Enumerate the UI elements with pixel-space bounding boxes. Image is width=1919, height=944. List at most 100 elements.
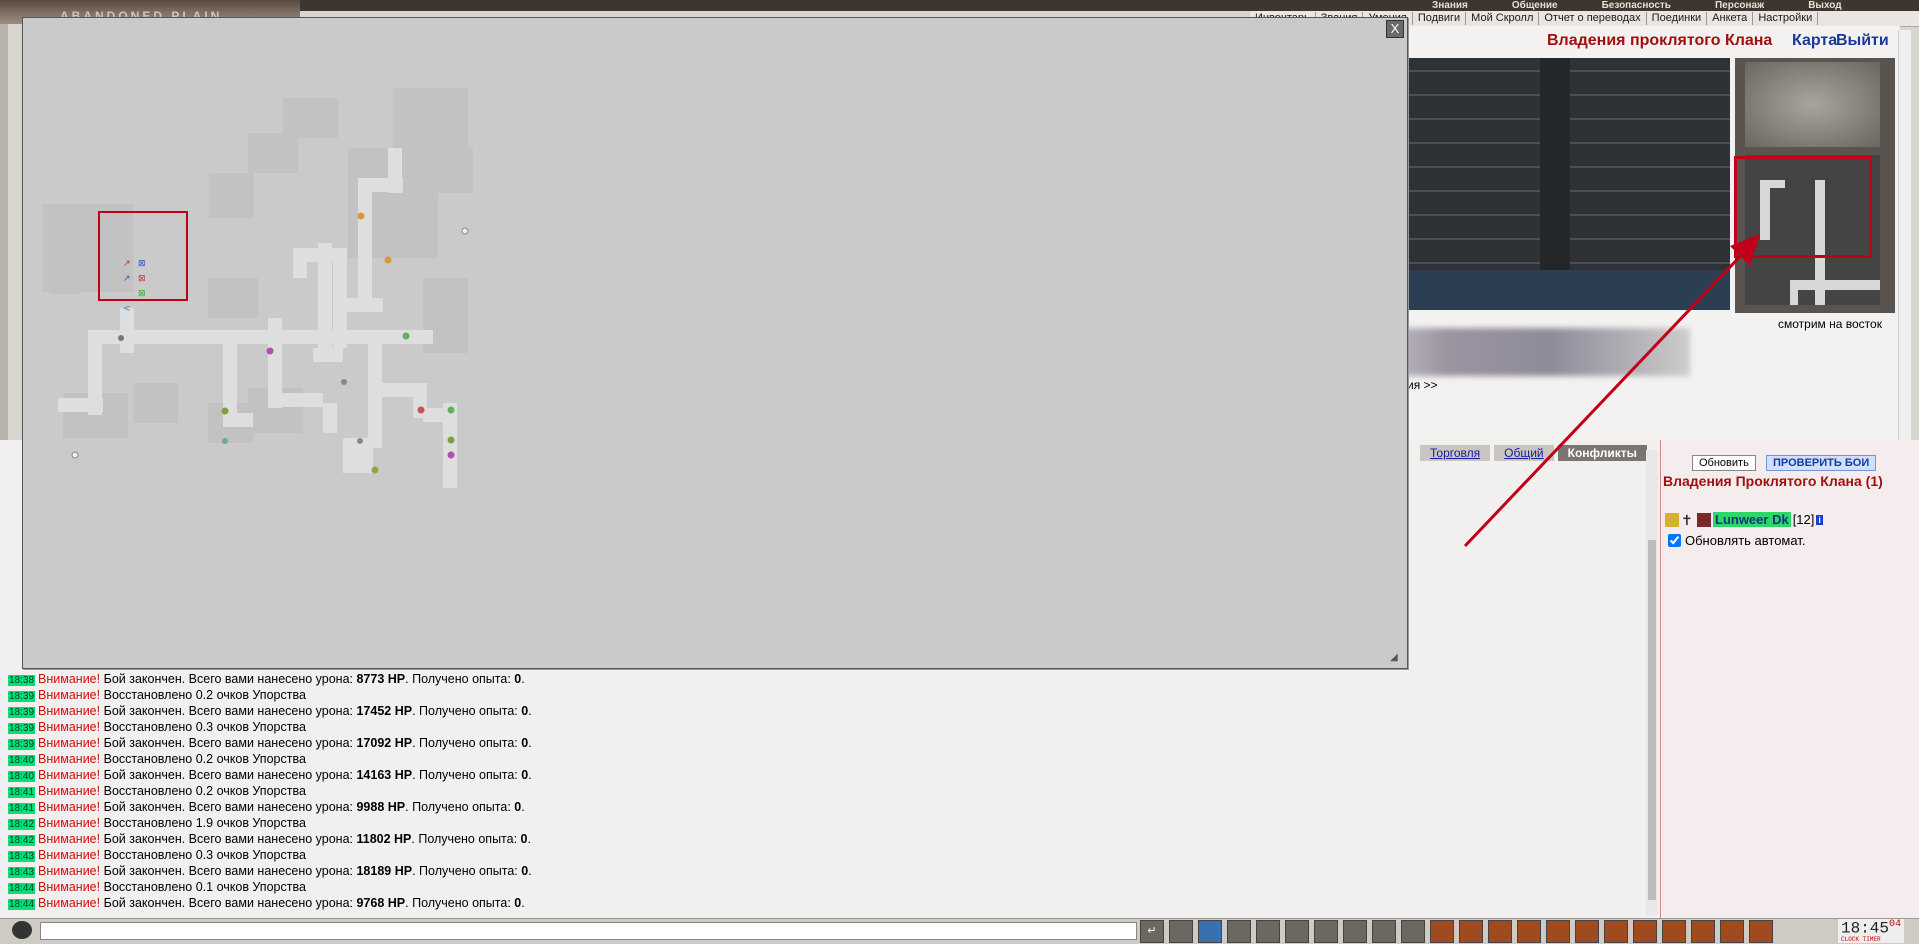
chat-timestamp[interactable]: 18:39 <box>8 691 36 702</box>
shield-icon[interactable] <box>1401 920 1425 943</box>
chat-timestamp[interactable]: 18:41 <box>8 787 36 798</box>
chat-line: 18:42 Внимание! Восстановлено 1.9 очков У… <box>8 815 1408 831</box>
chat-timestamp[interactable]: 18:43 <box>8 867 36 878</box>
map-marker <box>402 332 410 340</box>
smiley-icon[interactable] <box>12 921 32 939</box>
mask-icon[interactable] <box>1604 920 1628 943</box>
chat-log: 18:38 Внимание! Бой закончен. Всего вами … <box>8 671 1408 911</box>
gate-icon[interactable] <box>1662 920 1686 943</box>
submenu-transfers[interactable]: Отчет о переводах <box>1539 12 1647 25</box>
map-marker <box>357 212 365 220</box>
filter-icon[interactable] <box>1198 920 1222 943</box>
exit-icon[interactable] <box>1749 920 1773 943</box>
map-marker <box>371 466 379 474</box>
map-link[interactable]: Карта <box>1792 32 1837 50</box>
dungeon-map: ↗ ⊠ ↗ ⊠ ⊠ < <box>43 88 473 488</box>
chat-warning: Внимание! <box>38 816 101 830</box>
menu-communication[interactable]: Общение <box>1490 0 1580 11</box>
menu-knowledge[interactable]: Знания <box>1410 0 1490 11</box>
save-icon[interactable] <box>1227 920 1251 943</box>
chat-text-mid: . Получено опыта: <box>405 800 515 814</box>
player-info-icon[interactable]: i <box>1816 514 1823 525</box>
chat-timestamp[interactable]: 18:38 <box>8 675 36 686</box>
chat-text: Бой закончен. Всего вами нанесено урона: <box>103 768 357 782</box>
chat-line: 18:41 Внимание! Восстановлено 0.2 очков У… <box>8 783 1408 799</box>
chat-text: Восстановлено 0.2 очков Упорства <box>103 784 306 798</box>
coins-icon[interactable] <box>1517 920 1541 943</box>
chat-timestamp[interactable]: 18:42 <box>8 819 36 830</box>
map-marker <box>357 438 363 444</box>
feather-icon[interactable] <box>1546 920 1570 943</box>
bag-icon[interactable] <box>1430 920 1454 943</box>
chat-timestamp[interactable]: 18:39 <box>8 739 36 750</box>
chat-damage: 8773 HP <box>356 672 406 686</box>
sound-icon[interactable] <box>1314 920 1338 943</box>
submenu-feats[interactable]: Подвиги <box>1413 12 1467 25</box>
enter-icon[interactable]: ↵ <box>1140 920 1164 943</box>
eraser-icon[interactable] <box>1169 920 1193 943</box>
chat-line: 18:44 Внимание! Бой закончен. Всего вами … <box>8 895 1408 911</box>
potion-icon[interactable] <box>1575 920 1599 943</box>
menu-exit[interactable]: Выход <box>1786 0 1863 11</box>
chat-timestamp[interactable]: 18:44 <box>8 883 36 894</box>
chat-warning: Внимание! <box>38 688 101 702</box>
chat-damage: 9768 HP <box>356 896 406 910</box>
chat-damage: 18189 HP <box>356 864 413 878</box>
chat-text: Бой закончен. Всего вами нанесено урона: <box>103 672 357 686</box>
walk-icon[interactable] <box>1256 920 1280 943</box>
menu-character[interactable]: Персонаж <box>1693 0 1786 11</box>
chat-warning: Внимание! <box>38 768 101 782</box>
resize-grip-icon[interactable]: ◢ <box>1390 652 1398 663</box>
flower-icon[interactable] <box>1691 920 1715 943</box>
chat-timestamp[interactable]: 18:41 <box>8 803 36 814</box>
compass-control[interactable] <box>1745 62 1880 147</box>
chat-text: Восстановлено 0.3 очков Упорства <box>103 848 306 862</box>
submenu-my-scroll[interactable]: Мой Скролл <box>1466 12 1540 25</box>
chat-line: 18:40 Внимание! Бой закончен. Всего вами … <box>8 767 1408 783</box>
map-marker <box>221 407 229 415</box>
location-scrollbar[interactable] <box>1898 30 1911 440</box>
chat-warning: Внимание! <box>38 784 101 798</box>
chat-warning: Внимание! <box>38 672 101 686</box>
submenu-profile[interactable]: Анкета <box>1707 12 1754 25</box>
map-marker <box>417 406 425 414</box>
chat-timestamp[interactable]: 18:39 <box>8 723 36 734</box>
submenu-duels[interactable]: Поединки <box>1647 12 1708 25</box>
chat-line: 18:39 Внимание! Бой закончен. Всего вами … <box>8 735 1408 751</box>
chat-text-mid: . Получено опыта: <box>412 768 522 782</box>
smile-icon[interactable] <box>1343 920 1367 943</box>
chat-line: 18:39 Внимание! Восстановлено 0.3 очков У… <box>8 719 1408 735</box>
chat-timestamp[interactable]: 18:44 <box>8 899 36 910</box>
chat-damage: 9988 HP <box>356 800 406 814</box>
submenu-settings[interactable]: Настройки <box>1753 12 1819 25</box>
chat-timestamp[interactable]: 18:40 <box>8 771 36 782</box>
chat-input[interactable] <box>40 922 1137 940</box>
chat-timestamp[interactable]: 18:42 <box>8 835 36 846</box>
chat-line: 18:43 Внимание! Восстановлено 0.3 очков У… <box>8 847 1408 863</box>
hammer-icon[interactable] <box>1459 920 1483 943</box>
more-link[interactable]: ия >> <box>1407 378 1438 392</box>
chat-timestamp[interactable]: 18:43 <box>8 851 36 862</box>
chat-text-mid: . Получено опыта: <box>405 672 515 686</box>
close-map-button[interactable]: X <box>1386 20 1404 38</box>
chat-text-end: . <box>528 736 532 750</box>
lock-icon[interactable] <box>1633 920 1657 943</box>
chat-warning: Внимание! <box>38 736 101 750</box>
exit-link[interactable]: Выйти <box>1836 32 1889 50</box>
chat-damage: 14163 HP <box>356 768 413 782</box>
map-marker <box>71 451 79 459</box>
chat-mode-icon[interactable] <box>1285 920 1309 943</box>
scroll-icon[interactable] <box>1488 920 1512 943</box>
chat-text-mid: . Получено опыта: <box>405 896 515 910</box>
chat-text-mid: . Получено опыта: <box>412 704 522 718</box>
chat-damage: 17092 HP <box>356 736 413 750</box>
helmet-icon[interactable] <box>1372 920 1396 943</box>
chat-warning: Внимание! <box>38 720 101 734</box>
mail-icon[interactable] <box>1720 920 1744 943</box>
chat-scroll-thumb[interactable] <box>1648 540 1656 900</box>
chat-timestamp[interactable]: 18:39 <box>8 707 36 718</box>
chat-timestamp[interactable]: 18:40 <box>8 755 36 766</box>
location-title: Владения проклятого Клана <box>1547 32 1773 49</box>
menu-security[interactable]: Безопасность <box>1580 0 1693 11</box>
portal-icon: < <box>123 304 131 314</box>
